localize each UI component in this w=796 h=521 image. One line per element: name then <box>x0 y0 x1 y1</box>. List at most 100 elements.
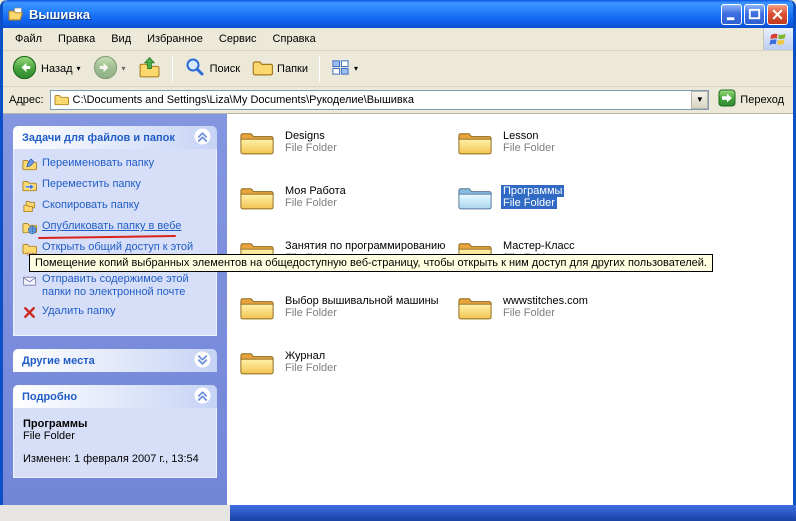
file-name: Занятия по программированию <box>283 240 447 252</box>
close-button[interactable] <box>767 4 788 25</box>
up-button[interactable] <box>133 53 166 85</box>
go-button[interactable]: Переход <box>715 89 787 110</box>
details-type: File Folder <box>23 430 210 442</box>
task-label: Переименовать папку <box>42 157 154 170</box>
move-folder-icon <box>22 178 37 193</box>
chevron-down-icon: ▾ <box>122 64 126 73</box>
copy-folder-icon <box>22 199 37 214</box>
maximize-button[interactable] <box>744 4 765 25</box>
file-tile[interactable]: DesignsFile Folder <box>239 128 457 183</box>
forward-button[interactable]: ▾ <box>88 52 131 86</box>
file-tile[interactable]: Моя РаботаFile Folder <box>239 183 457 238</box>
details-modified: Изменен: 1 февраля 2007 г., 13:54 <box>23 453 210 465</box>
back-label: Назад <box>41 63 73 75</box>
task-item-publish-folder[interactable]: Опубликовать папку в вебе <box>22 220 211 235</box>
address-label: Адрес: <box>9 94 44 106</box>
task-item-delete-folder[interactable]: Удалить папку <box>22 305 211 320</box>
menu-item-file[interactable]: Файл <box>7 30 50 48</box>
chevron-up-icon[interactable] <box>194 128 211 148</box>
file-type: File Folder <box>501 307 590 319</box>
window-controls <box>721 4 788 25</box>
task-item-rename-folder[interactable]: Переименовать папку <box>22 157 211 172</box>
file-name: Мастер-Класс <box>501 240 577 252</box>
task-label: Удалить папку <box>42 305 116 318</box>
task-item-copy-folder[interactable]: Скопировать папку <box>22 199 211 214</box>
tasks-panel-title: Задачи для файлов и папок <box>22 132 175 144</box>
task-label: Опубликовать папку в вебе <box>42 220 181 233</box>
menu-item-help[interactable]: Справка <box>265 30 324 48</box>
folder-icon <box>457 128 495 157</box>
file-tile[interactable]: Выбор вышивальной машиныFile Folder <box>239 293 457 348</box>
screen: Вышивка ФайлПравкаВидИзбранноеСервисСпра… <box>0 0 796 521</box>
views-button[interactable]: ▾ <box>326 55 363 83</box>
window-title: Вышивка <box>29 7 721 22</box>
search-icon <box>184 56 206 81</box>
file-name: Программы <box>501 185 564 197</box>
search-label: Поиск <box>210 63 240 75</box>
folder-icon <box>457 183 495 212</box>
file-name: Моя Работа <box>283 185 348 197</box>
address-dropdown-button[interactable]: ▼ <box>691 91 708 109</box>
details-panel-header[interactable]: Подробно <box>13 385 217 408</box>
delete-folder-icon <box>22 305 37 320</box>
task-label: Переместить папку <box>42 178 141 191</box>
file-type: File Folder <box>283 307 441 319</box>
address-path: C:\Documents and Settings\Liza\My Docume… <box>73 94 692 106</box>
task-item-email-folder[interactable]: Отправить содержимое этой папки по элект… <box>22 273 211 299</box>
other-places-panel-header[interactable]: Другие места <box>13 349 217 372</box>
window-folder-icon <box>8 6 24 22</box>
file-name: Выбор вышивальной машины <box>283 295 441 307</box>
menu-items: ФайлПравкаВидИзбранноеСервисСправка <box>7 28 324 50</box>
file-type: File Folder <box>283 362 339 374</box>
folder-icon <box>239 128 277 157</box>
details-name: Программы <box>23 418 210 430</box>
task-label: Отправить содержимое этой папки по элект… <box>42 273 211 299</box>
menu-item-favorites[interactable]: Избранное <box>139 30 211 48</box>
folder-icon <box>457 293 495 322</box>
chevron-down-icon[interactable] <box>194 351 211 371</box>
back-button[interactable]: Назад ▾ <box>7 52 86 86</box>
address-bar: Адрес: C:\Documents and Settings\Liza\My… <box>3 87 793 114</box>
window-body: Задачи для файлов и папок Переименовать … <box>3 114 793 505</box>
tasks-panel: Задачи для файлов и папок Переименовать … <box>13 126 217 336</box>
minimize-button[interactable] <box>721 4 742 25</box>
menu-bar: ФайлПравкаВидИзбранноеСервисСправка <box>3 28 793 51</box>
toolbar-separator <box>172 56 173 82</box>
task-item-move-folder[interactable]: Переместить папку <box>22 178 211 193</box>
file-list: DesignsFile Folder LessonFile Folder Моя… <box>227 114 793 505</box>
details-panel-body: Программы File Folder Изменен: 1 февраля… <box>13 408 217 478</box>
explorer-window: Вышивка ФайлПравкаВидИзбранноеСервисСпра… <box>0 0 796 505</box>
file-tile[interactable]: LessonFile Folder <box>457 128 675 183</box>
file-name: wwwstitches.com <box>501 295 590 307</box>
folder-icon <box>239 183 277 212</box>
toolbar: Назад ▾ ▾ Поиск Папки <box>3 51 793 87</box>
file-tile[interactable]: wwwstitches.comFile Folder <box>457 293 675 348</box>
file-tile[interactable]: ЖурналFile Folder <box>239 348 457 403</box>
menu-item-edit[interactable]: Правка <box>50 30 103 48</box>
search-button[interactable]: Поиск <box>179 53 245 84</box>
tasks-panel-header[interactable]: Задачи для файлов и папок <box>13 126 217 149</box>
desktop-area <box>0 505 230 521</box>
folders-icon <box>252 57 273 81</box>
file-name: Журнал <box>283 350 339 362</box>
file-tile[interactable]: ПрограммыFile Folder <box>457 183 675 238</box>
windows-logo-icon <box>763 28 793 50</box>
file-name: Designs <box>283 130 339 142</box>
file-type: File Folder <box>283 197 348 209</box>
menu-item-view[interactable]: Вид <box>103 30 139 48</box>
email-folder-icon <box>22 273 37 288</box>
taskbar-strip <box>230 505 796 521</box>
file-type: File Folder <box>501 197 564 209</box>
tasks-panel-body: Переименовать папку Переместить папку Скоп… <box>13 149 217 336</box>
folder-icon <box>239 293 277 322</box>
forward-arrow-icon <box>93 55 118 83</box>
chevron-up-icon[interactable] <box>194 387 211 407</box>
chevron-down-icon: ▾ <box>77 64 81 73</box>
other-places-title: Другие места <box>22 355 95 367</box>
task-label: Скопировать папку <box>42 199 139 212</box>
folders-button[interactable]: Папки <box>247 54 313 84</box>
address-input[interactable]: C:\Documents and Settings\Liza\My Docume… <box>50 90 710 110</box>
sidebar: Задачи для файлов и папок Переименовать … <box>3 114 227 505</box>
menu-item-tools[interactable]: Сервис <box>211 30 265 48</box>
details-panel: Подробно Программы File Folder Изменен: … <box>13 385 217 478</box>
